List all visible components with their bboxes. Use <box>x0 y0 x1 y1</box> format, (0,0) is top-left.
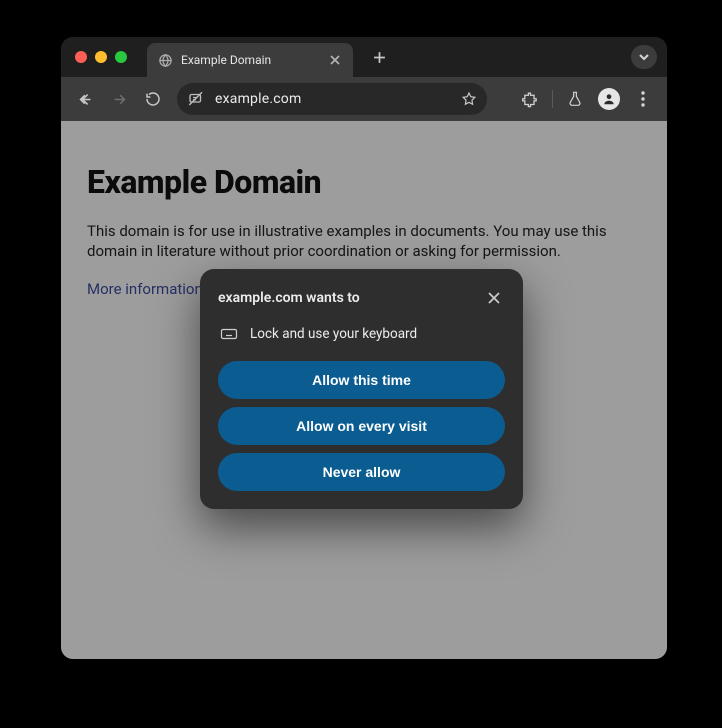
site-info-icon[interactable] <box>187 90 205 108</box>
page-viewport: Example Domain This domain is for use in… <box>61 121 667 659</box>
window-fullscreen-button[interactable] <box>115 51 127 63</box>
chrome-menu-button[interactable] <box>629 85 657 113</box>
tab-bar: Example Domain <box>61 37 667 77</box>
allow-every-visit-button[interactable]: Allow on every visit <box>218 407 505 445</box>
back-button[interactable] <box>71 85 99 113</box>
window-close-button[interactable] <box>75 51 87 63</box>
profile-button[interactable] <box>595 85 623 113</box>
window-minimize-button[interactable] <box>95 51 107 63</box>
dialog-close-button[interactable] <box>483 287 505 309</box>
globe-icon <box>157 52 173 68</box>
bookmark-star-icon[interactable] <box>461 91 477 107</box>
permission-label: Lock and use your keyboard <box>250 326 417 342</box>
permission-dialog: example.com wants to Lock and use your k… <box>200 269 523 509</box>
toolbar: example.com <box>61 77 667 121</box>
extensions-button[interactable] <box>516 85 544 113</box>
permission-dialog-title: example.com wants to <box>218 290 360 306</box>
toolbar-separator <box>552 90 553 108</box>
tabs-dropdown-button[interactable] <box>631 45 657 69</box>
keyboard-icon <box>220 325 238 343</box>
window-controls <box>75 51 127 63</box>
never-allow-button[interactable]: Never allow <box>218 453 505 491</box>
address-bar[interactable]: example.com <box>177 83 487 115</box>
tab-title: Example Domain <box>181 53 319 67</box>
browser-window: Example Domain <box>61 37 667 659</box>
allow-this-time-button[interactable]: Allow this time <box>218 361 505 399</box>
new-tab-button[interactable] <box>365 43 393 71</box>
browser-tab[interactable]: Example Domain <box>147 43 353 77</box>
reload-button[interactable] <box>139 85 167 113</box>
tab-close-button[interactable] <box>327 52 343 68</box>
forward-button[interactable] <box>105 85 133 113</box>
url-text: example.com <box>215 91 451 107</box>
labs-button[interactable] <box>561 85 589 113</box>
